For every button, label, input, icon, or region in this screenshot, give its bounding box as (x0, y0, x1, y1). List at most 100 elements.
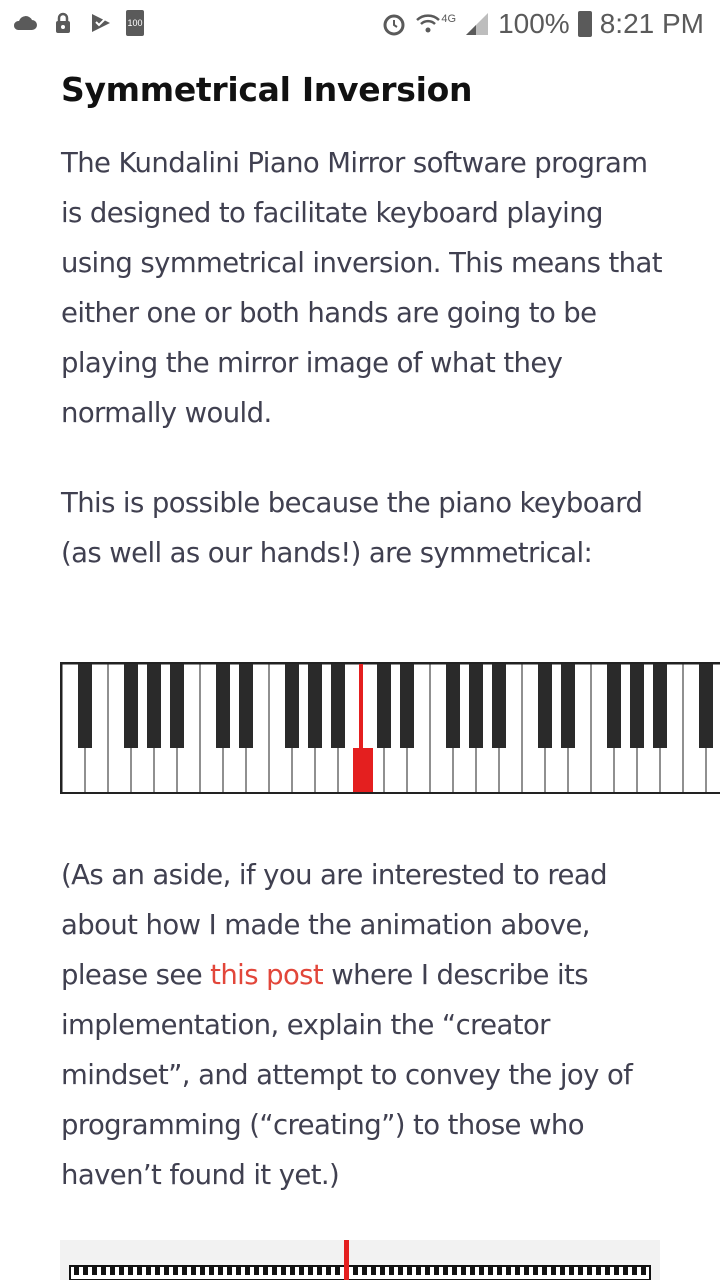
black-key (400, 664, 414, 748)
mini-black-key (632, 1267, 637, 1275)
mini-black-key (461, 1267, 466, 1275)
mini-black-key (254, 1267, 259, 1275)
mini-black-key (101, 1267, 106, 1275)
mini-black-key (434, 1267, 439, 1275)
mirror-axis-marker (359, 664, 363, 748)
mini-black-key (524, 1267, 529, 1275)
mini-black-key (317, 1267, 322, 1275)
paragraph-symmetry: This is possible because the piano keybo… (61, 487, 643, 569)
mini-black-key (353, 1267, 358, 1275)
this-post-link[interactable]: this post (210, 959, 324, 991)
mini-black-key (452, 1267, 457, 1275)
battery-icon (577, 11, 592, 37)
black-key (124, 664, 138, 748)
wifi-icon (416, 14, 441, 33)
mini-black-key (281, 1267, 286, 1275)
black-key (147, 664, 161, 748)
status-bar: 100 4G 100% 8:21 PM (0, 0, 720, 48)
black-key (653, 664, 667, 748)
aside-text-after: where I describe its implementation, exp… (61, 959, 633, 1191)
black-key (446, 664, 460, 748)
battery-percent: 100% (498, 8, 570, 39)
mini-mirror-axis-marker (344, 1240, 349, 1280)
black-key (308, 664, 322, 748)
lock-icon (56, 12, 70, 33)
mini-black-key (335, 1267, 340, 1275)
mini-black-key (479, 1267, 484, 1275)
alarm-icon (383, 14, 405, 36)
black-key (699, 664, 713, 748)
mini-black-key (236, 1267, 241, 1275)
clock-time: 8:21 PM (599, 8, 704, 39)
mini-black-key (398, 1267, 403, 1275)
mini-black-key (92, 1267, 97, 1275)
mini-black-key (200, 1267, 205, 1275)
mini-black-key (119, 1267, 124, 1275)
battery-small-icon: 100 (126, 10, 144, 36)
piano-keyboard-animation-image (60, 1240, 660, 1280)
black-key (607, 664, 621, 748)
black-key (561, 664, 575, 748)
mini-black-key (155, 1267, 160, 1275)
mini-black-key (542, 1267, 547, 1275)
black-key (538, 664, 552, 748)
mini-black-key (218, 1267, 223, 1275)
section-heading: Symmetrical Inversion (61, 70, 473, 109)
mini-black-key (623, 1267, 628, 1275)
mini-black-key (605, 1267, 610, 1275)
signal-icon (466, 13, 489, 35)
mini-black-key (569, 1267, 574, 1275)
mini-black-key (209, 1267, 214, 1275)
mini-black-key (443, 1267, 448, 1275)
mini-black-key (308, 1267, 313, 1275)
mini-black-key (362, 1267, 367, 1275)
mini-black-key (578, 1267, 583, 1275)
paragraph-intro: The Kundalini Piano Mirror software prog… (61, 147, 663, 429)
black-key (469, 664, 483, 748)
mini-black-key (263, 1267, 268, 1275)
mini-black-key (137, 1267, 142, 1275)
mini-black-key (191, 1267, 196, 1275)
mini-black-key (641, 1267, 646, 1275)
black-key (630, 664, 644, 748)
black-key (78, 664, 92, 748)
mini-black-key (380, 1267, 385, 1275)
mini-black-key (416, 1267, 421, 1275)
mini-black-key (173, 1267, 178, 1275)
mini-black-key (146, 1267, 151, 1275)
mini-black-key (182, 1267, 187, 1275)
status-left-icons: 100 (12, 10, 144, 36)
mini-black-key (533, 1267, 538, 1275)
mini-black-key (497, 1267, 502, 1275)
mini-black-key (389, 1267, 394, 1275)
piano-keyboard-image (60, 662, 720, 794)
cloud-icon (13, 16, 37, 30)
mini-black-key (272, 1267, 277, 1275)
mini-black-key (110, 1267, 115, 1275)
mini-black-key (299, 1267, 304, 1275)
mini-black-key (164, 1267, 169, 1275)
network-type-label: 4G (441, 13, 457, 25)
mini-black-key (551, 1267, 556, 1275)
mini-black-key (488, 1267, 493, 1275)
mini-black-key (74, 1267, 79, 1275)
mini-black-key (227, 1267, 232, 1275)
black-key (170, 664, 184, 748)
black-key (239, 664, 253, 748)
mini-black-key (290, 1267, 295, 1275)
mini-black-key (425, 1267, 430, 1275)
mini-black-key (587, 1267, 592, 1275)
mini-black-key (614, 1267, 619, 1275)
black-key (377, 664, 391, 748)
black-key (285, 664, 299, 748)
mini-black-key (506, 1267, 511, 1275)
mini-black-key (407, 1267, 412, 1275)
mini-black-key (128, 1267, 133, 1275)
black-key (216, 664, 230, 748)
mini-black-key (83, 1267, 88, 1275)
mini-black-key (326, 1267, 331, 1275)
black-key (492, 664, 506, 748)
highlighted-key (353, 748, 373, 792)
mini-black-key (560, 1267, 565, 1275)
mini-black-key (470, 1267, 475, 1275)
